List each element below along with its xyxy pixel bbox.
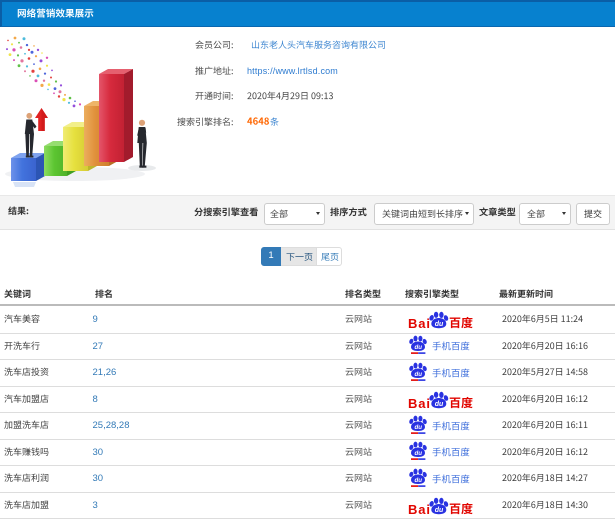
svg-text:du: du [414,344,422,351]
svg-text:du: du [435,321,444,328]
svg-text:du: du [435,401,444,408]
svg-text:du: du [414,477,422,484]
svg-text:Bai: Bai [408,502,431,517]
svg-text:Bai: Bai [408,316,431,331]
svg-text:du: du [414,424,422,431]
svg-text:du: du [414,450,422,457]
svg-text:du: du [414,371,422,378]
svg-text:du: du [435,507,444,514]
svg-text:Bai: Bai [408,396,431,411]
